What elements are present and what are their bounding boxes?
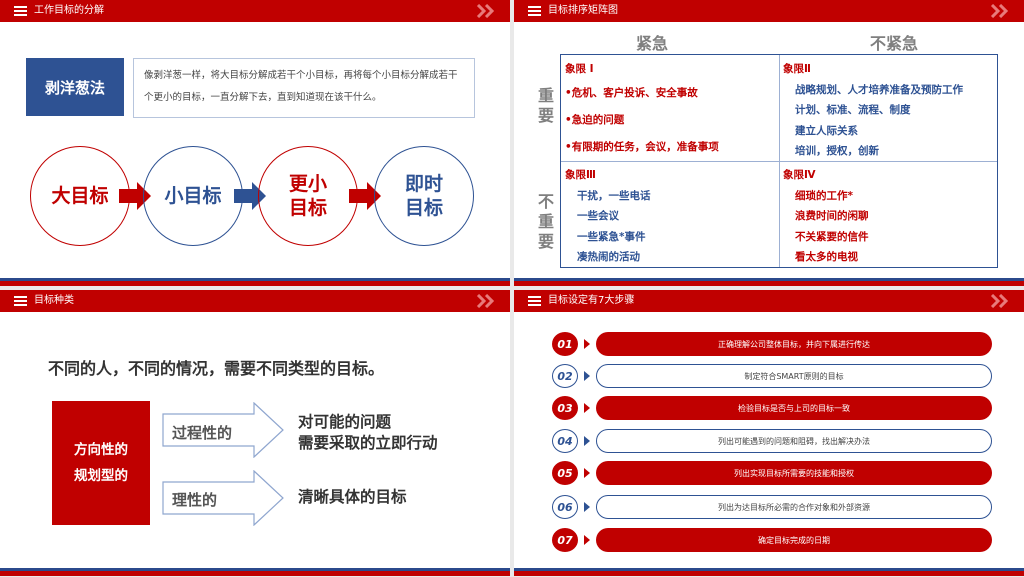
step-text: 制定符合SMART原则的目标 xyxy=(596,364,992,388)
quadrant-item: 干扰，一些电话 xyxy=(577,189,651,202)
double-chevron-icon xyxy=(990,4,1009,18)
step-text: 列出为达目标所必需的合作对象和外部资源 xyxy=(596,495,992,519)
quadrant-item: 看太多的电视 xyxy=(795,251,858,263)
step-number: 06 xyxy=(552,495,578,519)
triangle-icon xyxy=(584,502,590,512)
step-item: 04 列出可能遇到的问题和阻碍，找出解决办法 xyxy=(552,429,992,453)
quadrant-item: •急迫的问题 xyxy=(565,113,625,126)
goal-type-description: 清晰具体的目标 xyxy=(298,488,407,506)
priority-matrix: 象限 I •危机、客户投诉、安全事故 •急迫的问题 •有限期的任务，会议，准备事… xyxy=(560,54,998,268)
goal-type-label: 理性的 xyxy=(172,491,218,509)
triangle-icon xyxy=(584,436,590,446)
quadrant-item: 培训，授权，创新 xyxy=(795,145,879,157)
triangle-icon xyxy=(584,371,590,381)
slide-footer-bar xyxy=(0,278,510,286)
category-label: 方向性的 规划型的 xyxy=(74,442,128,484)
goal-circle-big: 大目标 xyxy=(30,146,130,246)
quadrant-item: 细琐的工作* xyxy=(795,189,853,202)
step-text: 正确理解公司整体目标，并向下属进行传达 xyxy=(596,332,992,356)
slide-title: 目标排序矩阵图 xyxy=(548,5,618,16)
menu-icon xyxy=(14,296,27,306)
slide-header: 目标排序矩阵图 xyxy=(514,0,1024,22)
step-item: 05 列出实现目标所需要的技能和授权 xyxy=(552,461,992,485)
quadrant-title: 象限Ⅳ xyxy=(783,169,816,181)
quadrant-item: 浪费时间的闲聊 xyxy=(795,210,869,222)
slide-footer-bar xyxy=(514,568,1024,576)
section-heading: 不同的人，不同的情况，需要不同类型的目标。 xyxy=(48,359,385,378)
column-header-urgent: 紧急 xyxy=(636,34,669,53)
triangle-icon xyxy=(584,535,590,545)
double-chevron-icon xyxy=(476,4,495,18)
step-item: 03 检验目标是否与上司的目标一致 xyxy=(552,396,992,420)
quadrant-title: 象限Ⅱ xyxy=(783,63,811,75)
quadrant-4: 象限Ⅳ 细琐的工作* 浪费时间的闲聊 不关紧要的信件 看太多的电视 xyxy=(783,165,869,268)
quadrant-1: 象限 I •危机、客户投诉、安全事故 •急迫的问题 •有限期的任务，会议，准备事… xyxy=(565,59,719,161)
quadrant-item: 凑热闹的活动 xyxy=(577,251,640,263)
slide-title: 目标设定有7大步骤 xyxy=(548,295,635,306)
slide-seven-steps: 目标设定有7大步骤 01 正确理解公司整体目标，并向下属进行传达 02 制定符合… xyxy=(514,290,1024,576)
quadrant-item: 不关紧要的信件 xyxy=(795,230,869,243)
step-text: 列出可能遇到的问题和阻碍，找出解决办法 xyxy=(596,429,992,453)
step-item: 06 列出为达目标所必需的合作对象和外部资源 xyxy=(552,495,992,519)
quadrant-title: 象限 I xyxy=(565,63,594,75)
menu-icon xyxy=(528,296,541,306)
slide-header: 目标设定有7大步骤 xyxy=(514,290,1024,312)
quadrant-item: 一些紧急*事件 xyxy=(577,230,646,243)
quadrant-item: •危机、客户投诉、安全事故 xyxy=(565,86,698,99)
double-chevron-icon xyxy=(990,294,1009,308)
quadrant-2: 象限Ⅱ 战略规划、人才培养准备及预防工作 计划、标准、流程、制度 建立人际关系 … xyxy=(783,59,963,162)
step-number: 02 xyxy=(552,364,578,388)
step-text: 检验目标是否与上司的目标一致 xyxy=(596,396,992,420)
method-label: 剥洋葱法 xyxy=(26,58,124,116)
slide-header: 工作目标的分解 xyxy=(0,0,510,22)
menu-icon xyxy=(14,6,27,16)
menu-icon xyxy=(528,6,541,16)
goal-label: 大目标 xyxy=(51,185,109,207)
step-number: 05 xyxy=(552,461,578,485)
quadrant-item: 一些会议 xyxy=(577,210,619,222)
column-header-not-urgent: 不紧急 xyxy=(870,34,919,53)
goal-label: 小目标 xyxy=(164,185,222,207)
step-text: 列出实现目标所需要的技能和授权 xyxy=(596,461,992,485)
goal-circle-smaller: 更小 目标 xyxy=(258,146,358,246)
quadrant-item: 计划、标准、流程、制度 xyxy=(795,104,911,116)
goal-label: 即时 目标 xyxy=(404,173,443,219)
triangle-icon xyxy=(584,403,590,413)
slide-footer-bar xyxy=(0,568,510,576)
slide-priority-matrix: 目标排序矩阵图 紧急 不紧急 重要 不重要 象限 I •危机、客户投诉、安全事故… xyxy=(514,0,1024,286)
method-description: 像剥洋葱一样，将大目标分解成若干个小目标，再将每个小目标分解成若干个更小的目标，… xyxy=(133,58,475,118)
goal-type-label: 过程性的 xyxy=(172,424,233,442)
step-item: 01 正确理解公司整体目标，并向下属进行传达 xyxy=(552,332,992,356)
triangle-icon xyxy=(584,339,590,349)
triangle-icon xyxy=(584,468,590,478)
step-number: 01 xyxy=(552,332,578,356)
slide-goal-decomposition: 工作目标的分解 剥洋葱法 像剥洋葱一样，将大目标分解成若干个小目标，再将每个小目… xyxy=(0,0,510,286)
step-number: 03 xyxy=(552,396,578,420)
goal-label: 更小 目标 xyxy=(288,173,327,219)
quadrant-title: 象限Ⅲ xyxy=(565,169,596,181)
step-item: 07 确定目标完成的日期 xyxy=(552,528,992,552)
step-text: 确定目标完成的日期 xyxy=(596,528,992,552)
slide-goal-types: 目标种类 不同的人，不同的情况，需要不同类型的目标。 方向性的 规划型的 过程性… xyxy=(0,290,510,576)
step-number: 04 xyxy=(552,429,578,453)
step-number: 07 xyxy=(552,528,578,552)
row-header-important: 重要 xyxy=(537,86,554,125)
slide-title: 目标种类 xyxy=(34,295,74,306)
quadrant-3: 象限Ⅲ 干扰，一些电话 一些会议 一些紧急*事件 凑热闹的活动 xyxy=(565,165,651,268)
goal-circle-immediate: 即时 目标 xyxy=(374,146,474,246)
double-chevron-icon xyxy=(476,294,495,308)
quadrant-item: 战略规划、人才培养准备及预防工作 xyxy=(795,83,963,96)
quadrant-item: 建立人际关系 xyxy=(795,124,858,137)
slide-header: 目标种类 xyxy=(0,290,510,312)
category-box: 方向性的 规划型的 xyxy=(52,401,150,525)
slide-title: 工作目标的分解 xyxy=(34,5,104,16)
step-item: 02 制定符合SMART原则的目标 xyxy=(552,364,992,388)
goal-type-description: 对可能的问题 需要采取的立即行动 xyxy=(298,413,438,452)
slide-footer-bar xyxy=(514,278,1024,286)
quadrant-item: •有限期的任务，会议，准备事项 xyxy=(565,140,719,153)
goal-circle-small: 小目标 xyxy=(143,146,243,246)
row-header-not-important: 不重要 xyxy=(537,192,554,251)
